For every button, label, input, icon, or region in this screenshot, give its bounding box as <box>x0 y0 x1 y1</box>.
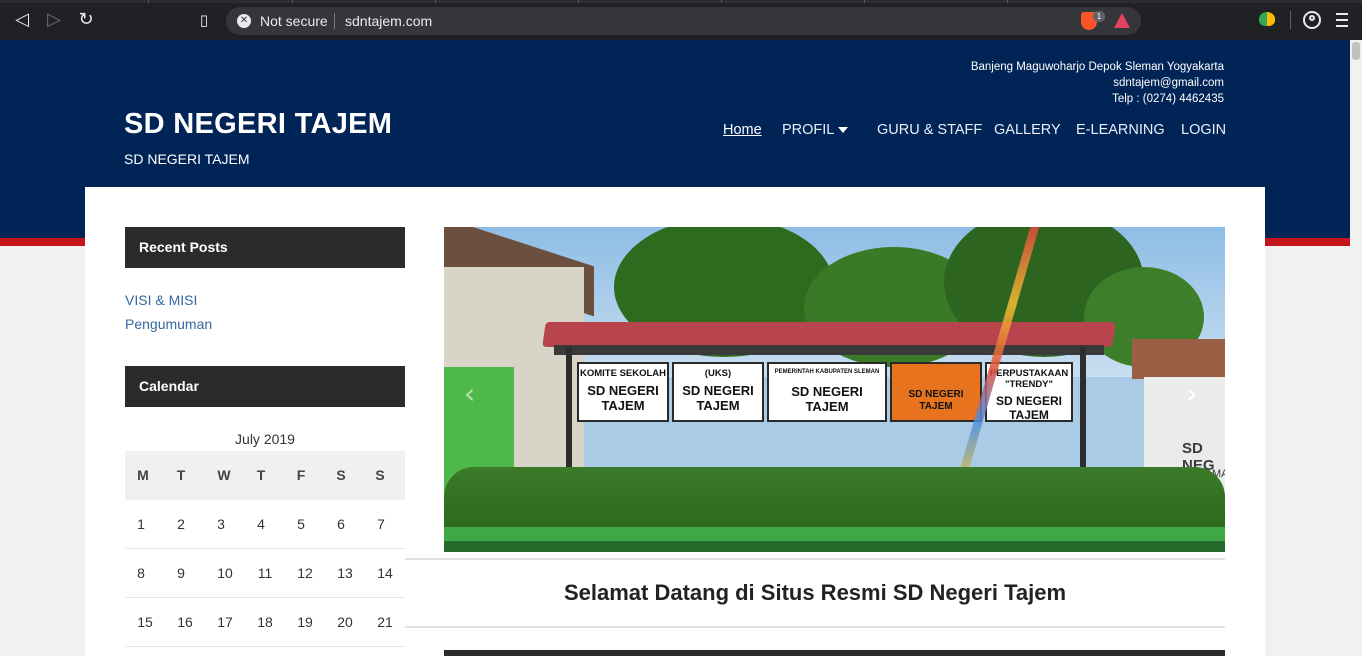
board-line2: SD NEGERI TAJEM <box>995 393 1062 422</box>
calendar-day: 14 <box>377 565 393 581</box>
calendar-day: 16 <box>177 614 193 630</box>
chevron-down-icon[interactable] <box>838 127 848 133</box>
toolbar-separator <box>1290 11 1291 29</box>
browser-menu-icon[interactable] <box>1336 13 1348 27</box>
slider-canopy-beam <box>554 345 1104 355</box>
url-text[interactable]: sdntajem.com <box>345 13 432 29</box>
calendar-day: 4 <box>257 516 265 532</box>
scrollbar-thumb[interactable] <box>1352 42 1360 60</box>
brave-rewards-icon[interactable] <box>1114 13 1130 28</box>
image-slider[interactable]: SD NEG KECAMA KOMITE SEKOLAH SD NEGERI T… <box>444 227 1225 552</box>
calendar-row-divider <box>125 597 405 598</box>
contact-email: sdntajem@gmail.com <box>1113 77 1224 89</box>
slider-board: SD NEGERI TAJEM <box>890 362 982 422</box>
nav-home[interactable]: Home <box>723 122 762 138</box>
security-label: Not secure <box>260 13 328 29</box>
reload-icon[interactable]: ↻ <box>75 9 97 31</box>
not-secure-icon: ✕ <box>237 14 251 28</box>
tab-strip <box>0 0 1362 3</box>
nav-profil[interactable]: PROFIL <box>782 122 834 138</box>
nav-e-learning[interactable]: E-LEARNING <box>1076 122 1165 138</box>
calendar-caption: July 2019 <box>235 431 295 447</box>
calendar-day: 12 <box>297 565 313 581</box>
slider-curb <box>444 541 1225 552</box>
calendar-day: 17 <box>217 614 233 630</box>
extension-icon[interactable] <box>1259 12 1275 26</box>
board-line1: (UKS) <box>704 368 732 379</box>
contact-address: Banjeng Maguwoharjo Depok Sleman Yogyaka… <box>970 61 1224 73</box>
weekday-sun: S <box>375 467 385 483</box>
calendar-day: 21 <box>377 614 393 630</box>
board-line1: KOMITE SEKOLAH <box>579 368 667 379</box>
content-bar <box>444 650 1225 656</box>
chevron-left-icon[interactable]: ‹ <box>464 377 475 410</box>
calendar-day: 13 <box>337 565 353 581</box>
calendar-day: 18 <box>257 614 273 630</box>
forward-icon[interactable]: ▷ <box>43 9 65 31</box>
post-link-visi-misi[interactable]: VISI & MISI <box>125 292 197 308</box>
calendar-day: 19 <box>297 614 313 630</box>
slider-board: PERPUSTAKAAN "TRENDY" SD NEGERI TAJEM <box>985 362 1073 422</box>
back-icon[interactable]: ◁ <box>11 9 33 31</box>
weekday-tue: T <box>176 467 186 483</box>
slider-board: (UKS) SD NEGERI TAJEM <box>672 362 764 422</box>
calendar-day: 2 <box>177 516 185 532</box>
calendar-day: 11 <box>257 565 273 581</box>
shields-count-badge: 1 <box>1093 11 1105 22</box>
board-line1: PERPUSTAKAAN "TRENDY" <box>989 368 1069 390</box>
calendar-day: 5 <box>297 516 305 532</box>
page-scrollbar[interactable] <box>1350 40 1362 656</box>
calendar-day: 1 <box>137 516 145 532</box>
slider-canopy <box>542 322 1116 347</box>
board-line2: SD NEGERI TAJEM <box>791 383 863 414</box>
slider-building-roof <box>1132 339 1225 379</box>
slider-board: PEMERINTAH KABUPATEN SLEMAN SD NEGERI TA… <box>767 362 887 422</box>
board-line2: SD NEGERI TAJEM <box>682 382 754 413</box>
calendar-day: 3 <box>217 516 225 532</box>
calendar-day: 6 <box>337 516 345 532</box>
weekday-wed: W <box>217 467 231 483</box>
calendar-day: 9 <box>177 565 185 581</box>
welcome-heading: Selamat Datang di Situs Resmi SD Negeri … <box>563 580 1067 605</box>
address-bar[interactable]: ✕ Not secure sdntajem.com 1 <box>226 7 1141 35</box>
bookmark-icon[interactable]: ▯ <box>193 9 215 31</box>
calendar-row-divider <box>125 548 405 549</box>
slider-shrubs <box>444 467 1225 527</box>
weekday-fri: F <box>296 467 306 483</box>
profile-icon[interactable] <box>1303 11 1321 29</box>
nav-login[interactable]: LOGIN <box>1181 122 1226 138</box>
calendar-day: 20 <box>337 614 353 630</box>
chevron-right-icon[interactable]: › <box>1186 377 1197 410</box>
title-rule-top <box>405 558 1225 560</box>
weekday-thu: T <box>256 467 266 483</box>
board-line2: SD NEGERI TAJEM <box>587 382 659 413</box>
board-line1: PEMERINTAH KABUPATEN SLEMAN <box>774 369 880 375</box>
nav-gallery[interactable]: GALLERY <box>994 122 1061 138</box>
browser-toolbar: ◁ ▷ ↻ ▯ ✕ Not secure sdntajem.com 1 <box>0 0 1362 40</box>
address-separator <box>334 13 335 29</box>
site-tagline: SD NEGERI TAJEM <box>124 151 250 167</box>
slider-board: KOMITE SEKOLAH SD NEGERI TAJEM <box>577 362 669 422</box>
recent-posts-title: Recent Posts <box>125 227 405 268</box>
board-line2: SD NEGERI TAJEM <box>908 389 964 412</box>
weekday-sat: S <box>336 467 346 483</box>
contact-phone: Telp : (0274) 4462435 <box>1112 93 1224 105</box>
title-rule-bottom <box>405 626 1225 628</box>
calendar-day: 15 <box>137 614 153 630</box>
weekday-mon: M <box>137 467 149 483</box>
site-title[interactable]: SD NEGERI TAJEM <box>124 108 392 141</box>
calendar-day: 8 <box>137 565 145 581</box>
nav-guru-staff[interactable]: GURU & STAFF <box>877 122 982 138</box>
calendar-title: Calendar <box>125 366 405 407</box>
calendar-row-divider <box>125 646 405 647</box>
post-link-pengumuman[interactable]: Pengumuman <box>125 316 212 332</box>
calendar-day: 10 <box>217 565 233 581</box>
calendar-day: 7 <box>377 516 385 532</box>
